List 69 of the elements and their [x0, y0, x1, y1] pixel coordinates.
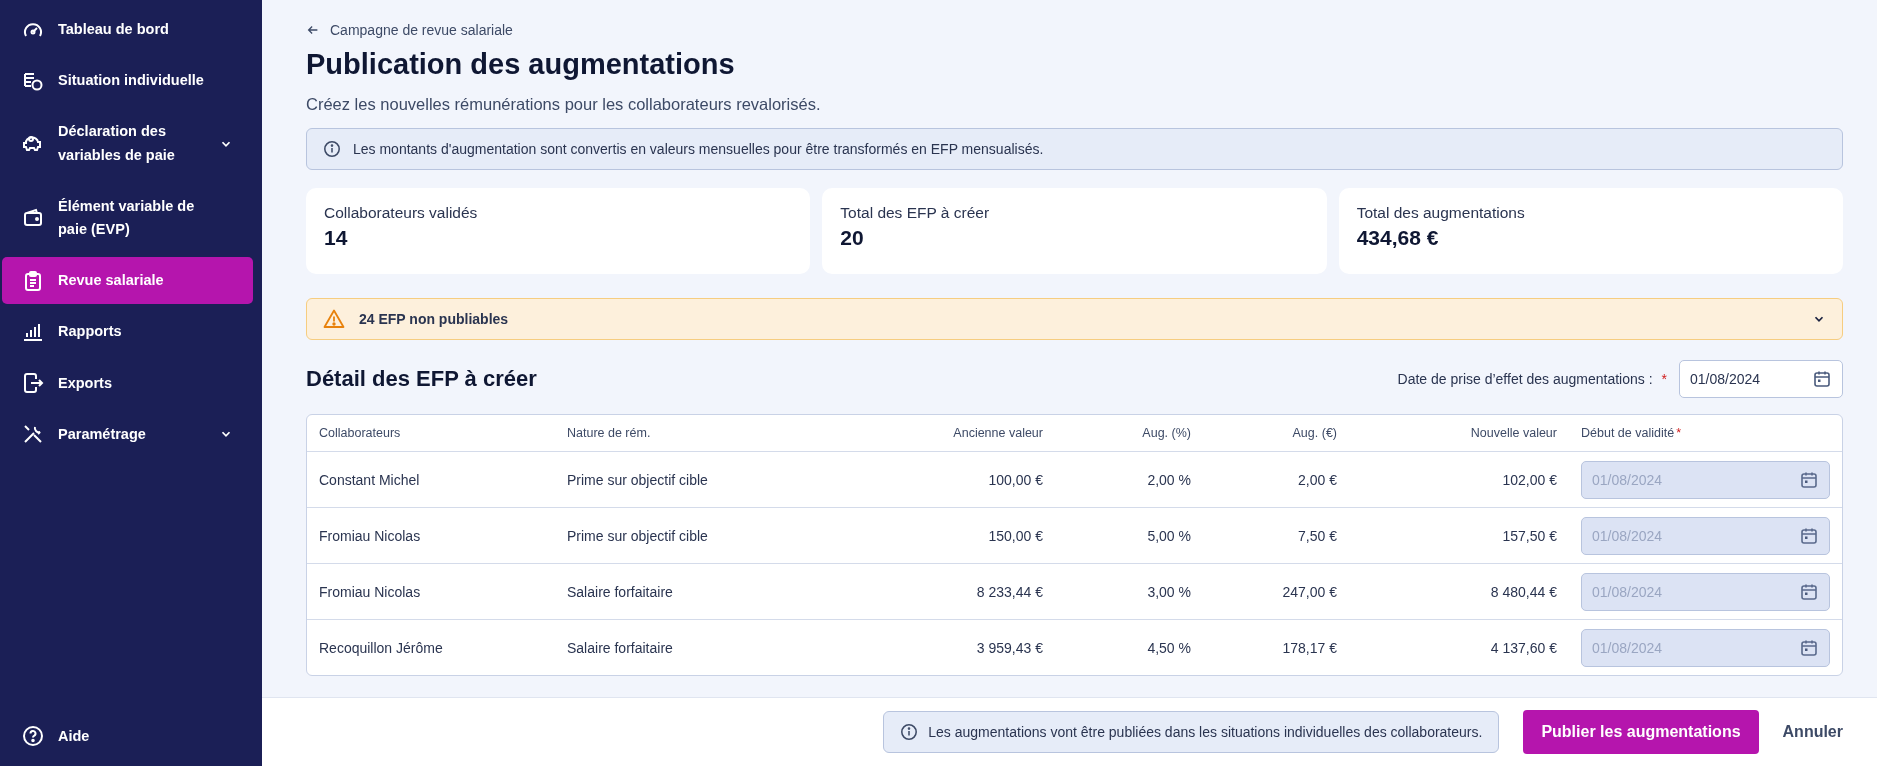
stat-value: 434,68 € [1356, 226, 1440, 250]
table-cell-text: 178,17 € [1281, 639, 1338, 656]
table-cell-text: 150,00 € [987, 527, 1044, 544]
info-icon [323, 140, 341, 158]
table-cell-text: Fromiau Nicolas [318, 583, 422, 600]
table-cell-text: Constant Michel [318, 471, 421, 488]
page-title: Publication des augmentations [306, 48, 736, 81]
sidebar-item[interactable]: Paramétrage [2, 410, 253, 458]
column-header: Nature de rém. [567, 426, 651, 440]
date-label: Date de prise d’effet des augmentations : [1397, 371, 1653, 387]
export-icon [22, 372, 44, 395]
table-cell-text: 4 137,60 € [1489, 639, 1558, 656]
stat-label: Total des augmentations [1356, 204, 1526, 222]
table-cell-text: Recoquillon Jérôme [318, 639, 444, 656]
warning-accordion[interactable]: 24 EFP non publiables [306, 298, 1843, 340]
required-mark: * [1661, 371, 1667, 387]
sidebar-item[interactable]: Déclaration des variables de paie [2, 108, 253, 179]
help-icon [22, 725, 44, 748]
table-cell-text: 157,50 € [1501, 527, 1558, 544]
table-cell-text: 8 480,44 € [1489, 583, 1558, 600]
table-cell-text: 3 959,43 € [975, 639, 1044, 656]
stat-value: 14 [324, 226, 349, 250]
clipboard-icon [22, 269, 44, 292]
sidebar-item[interactable]: Tableau de bord [2, 6, 253, 54]
publish-button[interactable]: Publier les augmentations [1523, 710, 1759, 754]
table-cell-text: 3,00 % [1146, 583, 1192, 600]
warning-text: 24 EFP non publiables [359, 311, 510, 327]
sidebar-item[interactable]: Exports [2, 359, 253, 407]
stat-value: 20 [840, 226, 865, 250]
page-subtitle: Créez les nouvelles rémunérations pour les collaborateurs revalorisés. [306, 95, 822, 114]
back-link[interactable]: Campagne de revue salariale [306, 22, 1843, 38]
table-cell-text: Prime sur objectif cible [566, 527, 709, 544]
info-icon [900, 723, 919, 741]
table-cell-text: 100,00 € [987, 471, 1044, 488]
wallet-icon [22, 206, 44, 229]
column-header: Nouvelle valeur [1470, 426, 1557, 440]
column-header: Aug. (%) [1142, 426, 1191, 440]
section-title: Détail des EFP à créer [306, 366, 537, 392]
sidebar-item[interactable]: Situation individuelle [2, 57, 253, 105]
table-cell-text: 102,00 € [1501, 471, 1558, 488]
sidebar-item[interactable]: Revue salariale [2, 257, 253, 305]
back-arrow-icon [306, 23, 320, 37]
table-cell-text: Salaire forfaitaire [566, 583, 674, 600]
column-header: Début de validité [1581, 426, 1675, 440]
table-cell-text: 247,00 € [1281, 583, 1338, 600]
stat-label: Total des EFP à créer [840, 204, 991, 222]
warning-icon [323, 308, 345, 330]
info-text: Les montants d'augmentation sont convertis en valeurs mensuelles pour être transformés en EFP mensualisés. [353, 141, 1044, 157]
column-header: Aug. (€) [1292, 426, 1337, 440]
table-cell-text: 5,00 % [1146, 527, 1192, 544]
table-cell-text: Salaire forfaitaire [566, 639, 674, 656]
table-cell-text: Prime sur objectif cible [566, 471, 709, 488]
stat-label: Collaborateurs validés [324, 204, 479, 222]
date-field[interactable]: 01/08/2024 [1679, 360, 1843, 398]
info-text: Les augmentations vont être publiées dans les situations individuelles des collaborateurs. [928, 724, 1483, 740]
calendar-icon [1812, 369, 1832, 389]
column-header: Collaborateurs [319, 426, 401, 440]
cancel-button[interactable]: Annuler [1782, 723, 1843, 741]
table-cell-text: 2,00 € [1297, 471, 1338, 488]
table-cell-text: 8 233,44 € [975, 583, 1044, 600]
required-mark: * [1676, 426, 1681, 440]
table-cell-text: 4,50 % [1146, 639, 1192, 656]
table-cell-text: Fromiau Nicolas [318, 527, 422, 544]
sidebar-item[interactable]: Rapports [2, 308, 253, 356]
help-link[interactable]: Aide [2, 712, 253, 760]
column-header: Ancienne valeur [953, 426, 1043, 440]
table-cell-text: 7,50 € [1297, 527, 1338, 544]
sidebar-item[interactable]: Élément variable de paie (EVP) [2, 182, 253, 254]
table-cell-text: 2,00 % [1146, 471, 1192, 488]
